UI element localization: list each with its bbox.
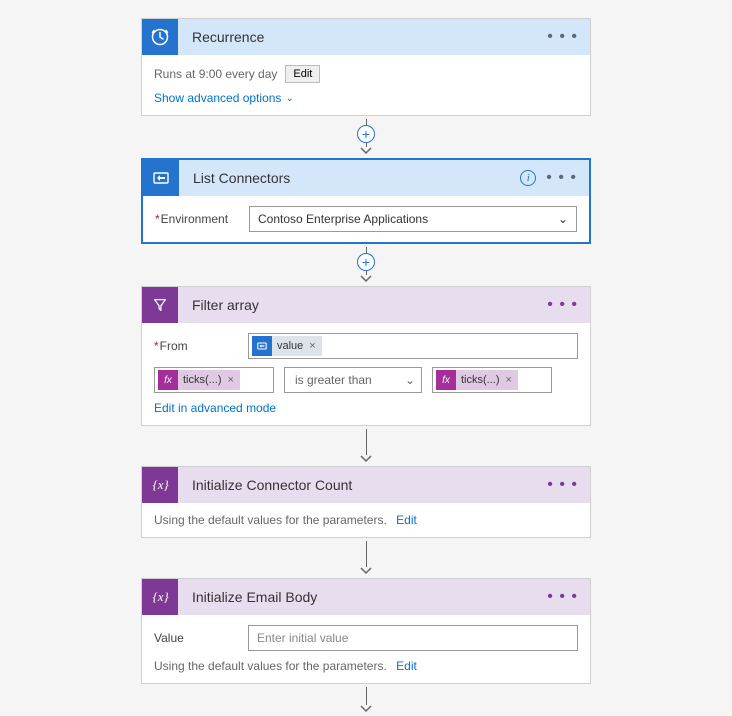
expression-token[interactable]: fx ticks(...) ×: [158, 370, 240, 390]
left-operand[interactable]: fx ticks(...) ×: [154, 367, 274, 393]
add-step-button[interactable]: +: [357, 253, 375, 271]
init-connector-count-title: Initialize Connector Count: [178, 477, 543, 493]
init-connector-count-header[interactable]: {x} Initialize Connector Count • • •: [142, 467, 590, 503]
list-connectors-title: List Connectors: [179, 170, 520, 186]
fx-icon: fx: [436, 370, 456, 390]
arrow-down-icon: [360, 147, 372, 155]
remove-token[interactable]: ×: [228, 374, 234, 386]
svg-text:{x}: {x}: [153, 590, 170, 604]
chevron-down-icon: ⌄: [405, 373, 415, 387]
init-email-body-card: {x} Initialize Email Body • • • Value Us…: [141, 578, 591, 684]
filter-array-title: Filter array: [178, 297, 543, 313]
list-connectors-body: Environment Contoso Enterprise Applicati…: [143, 196, 589, 242]
filter-array-header[interactable]: Filter array • • •: [142, 287, 590, 323]
edit-button[interactable]: Edit: [285, 65, 320, 83]
arrow-down-icon: [360, 567, 372, 575]
chevron-down-icon: ⌄: [285, 93, 293, 104]
value-label: Value: [154, 631, 248, 645]
list-connectors-menu[interactable]: • • •: [542, 167, 581, 189]
edit-advanced-mode-link[interactable]: Edit in advanced mode: [154, 401, 276, 415]
recurrence-card: Recurrence • • • Runs at 9:00 every day …: [141, 18, 591, 116]
recurrence-menu[interactable]: • • •: [543, 26, 582, 48]
add-step-button[interactable]: +: [357, 125, 375, 143]
edit-link[interactable]: Edit: [396, 513, 417, 527]
right-operand[interactable]: fx ticks(...) ×: [432, 367, 552, 393]
flow-icon: [252, 336, 272, 356]
init-connector-count-card: {x} Initialize Connector Count • • • Usi…: [141, 466, 591, 538]
edit-link[interactable]: Edit: [396, 659, 417, 673]
flow-icon: [143, 160, 179, 196]
filter-array-card: Filter array • • • From value × fx ticks…: [141, 286, 591, 426]
remove-token[interactable]: ×: [506, 374, 512, 386]
environment-select[interactable]: Contoso Enterprise Applications ⌄: [249, 206, 577, 232]
filter-array-menu[interactable]: • • •: [543, 294, 582, 316]
connector: [360, 687, 372, 713]
init-connector-count-body: Using the default values for the paramet…: [142, 503, 590, 537]
init-email-body-body: Value Using the default values for the p…: [142, 615, 590, 683]
info-icon[interactable]: i: [520, 170, 536, 186]
list-connectors-card: List Connectors i • • • Environment Cont…: [141, 158, 591, 244]
helper-text: Using the default values for the paramet…: [154, 513, 387, 527]
filter-condition-row: fx ticks(...) × is greater than ⌄ fx tic…: [154, 367, 578, 393]
runs-text: Runs at 9:00 every day: [154, 67, 277, 81]
filter-array-body: From value × fx ticks(...) × is greater …: [142, 323, 590, 425]
init-email-body-menu[interactable]: • • •: [543, 586, 582, 608]
environment-label: Environment: [155, 212, 249, 226]
arrow-down-icon: [360, 275, 372, 283]
remove-token[interactable]: ×: [309, 340, 315, 352]
variable-icon: {x}: [142, 467, 178, 503]
list-connectors-header[interactable]: List Connectors i • • •: [143, 160, 589, 196]
connector: +: [357, 119, 375, 155]
expression-token[interactable]: fx ticks(...) ×: [436, 370, 518, 390]
connector: [360, 429, 372, 463]
chevron-down-icon: ⌄: [558, 212, 568, 226]
clock-icon: [142, 19, 178, 55]
connector: +: [357, 247, 375, 283]
operator-select[interactable]: is greater than ⌄: [284, 367, 422, 393]
helper-text: Using the default values for the paramet…: [154, 659, 387, 673]
init-connector-count-menu[interactable]: • • •: [543, 474, 582, 496]
svg-text:{x}: {x}: [153, 478, 170, 492]
value-input[interactable]: [248, 625, 578, 651]
value-token[interactable]: value ×: [252, 336, 322, 356]
fx-icon: fx: [158, 370, 178, 390]
init-email-body-header[interactable]: {x} Initialize Email Body • • •: [142, 579, 590, 615]
filter-icon: [142, 287, 178, 323]
init-email-body-title: Initialize Email Body: [178, 589, 543, 605]
recurrence-body: Runs at 9:00 every day Edit Show advance…: [142, 55, 590, 115]
from-input[interactable]: value ×: [248, 333, 578, 359]
advanced-options-link[interactable]: Show advanced options ⌄: [154, 91, 294, 105]
recurrence-title: Recurrence: [178, 29, 543, 45]
connector: [360, 541, 372, 575]
variable-icon: {x}: [142, 579, 178, 615]
recurrence-header[interactable]: Recurrence • • •: [142, 19, 590, 55]
arrow-down-icon: [360, 705, 372, 713]
from-label: From: [154, 339, 248, 353]
arrow-down-icon: [360, 455, 372, 463]
